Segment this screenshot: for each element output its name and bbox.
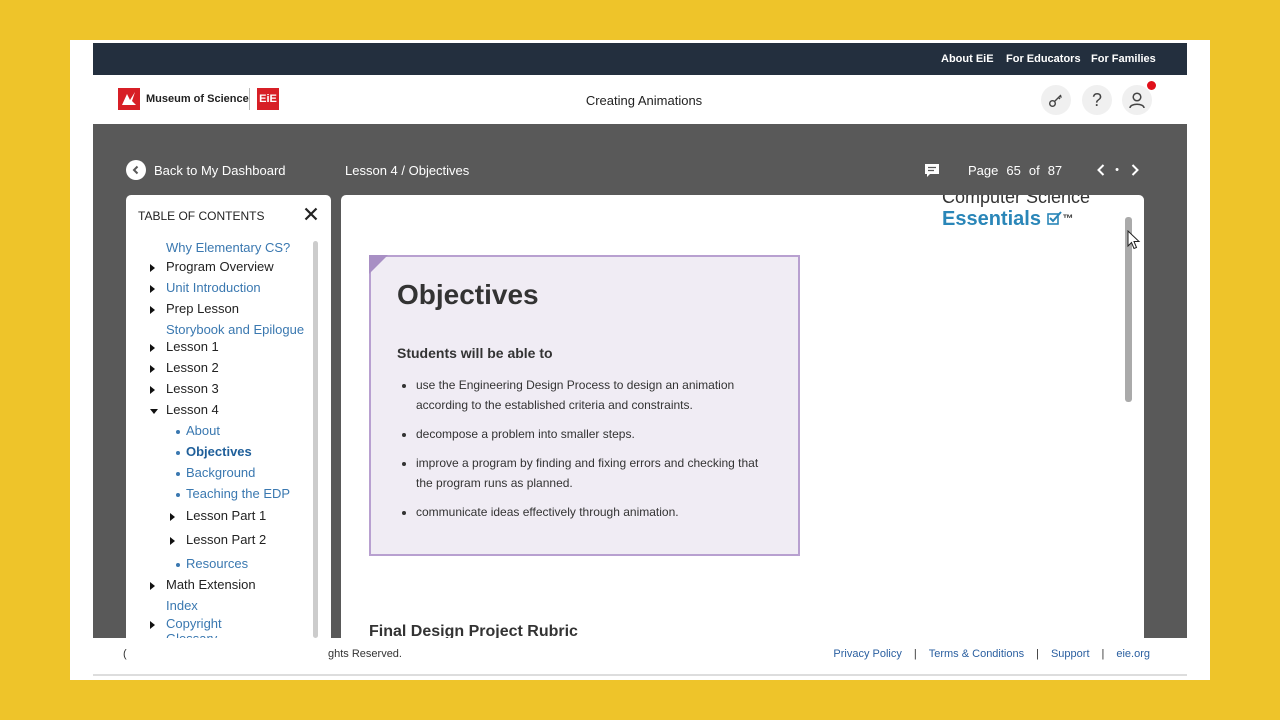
- terms-link[interactable]: Terms & Conditions: [929, 648, 1024, 660]
- mouse-cursor-icon: [1127, 230, 1141, 250]
- bullet-icon: [176, 472, 180, 476]
- caret-right-icon[interactable]: [150, 344, 155, 352]
- key-button[interactable]: [1041, 85, 1071, 115]
- caret-right-icon[interactable]: [150, 386, 155, 394]
- for-educators-link[interactable]: For Educators: [1006, 53, 1081, 65]
- objective-item: use the Engineering Design Process to de…: [416, 375, 776, 415]
- back-to-dashboard-button[interactable]: Back to My Dashboard: [126, 160, 286, 180]
- toc-scrollbar[interactable]: [313, 241, 318, 638]
- objective-item: decompose a problem into smaller steps.: [416, 424, 776, 444]
- help-icon: ?: [1091, 89, 1102, 110]
- footer-separator: |: [1101, 648, 1105, 660]
- pager: Page 65 of 87 •: [924, 160, 1140, 180]
- toc-item-lesson-3[interactable]: Lesson 3: [166, 381, 219, 396]
- caret-right-icon[interactable]: [170, 513, 175, 521]
- caret-right-icon[interactable]: [150, 621, 155, 629]
- objectives-subheading: Students will be able to: [397, 345, 553, 361]
- site-header: Museum of Science EiE Creating Animation…: [93, 75, 1187, 124]
- toc-item-lesson-1[interactable]: Lesson 1: [166, 339, 219, 354]
- toc-item-index[interactable]: Index: [166, 598, 198, 613]
- notification-dot: [1147, 81, 1156, 90]
- privacy-policy-link[interactable]: Privacy Policy: [833, 648, 901, 660]
- about-eie-link[interactable]: About EiE: [941, 53, 994, 65]
- notes-icon[interactable]: [924, 163, 940, 177]
- toc-item-background[interactable]: Background: [186, 465, 255, 480]
- next-page-icon[interactable]: [1130, 163, 1140, 177]
- user-icon: [1129, 92, 1145, 109]
- top-nav-bar: About EiE For Educators For Families: [93, 43, 1187, 75]
- page-title: Creating Animations: [585, 93, 703, 108]
- footer-separator: |: [913, 648, 917, 660]
- objectives-box: Objectives Students will be able to use …: [369, 255, 800, 556]
- prev-page-icon[interactable]: [1096, 163, 1106, 177]
- toc-item-copyright[interactable]: Copyright: [166, 616, 222, 631]
- footer: ( ghts Reserved. Privacy Policy | Terms …: [93, 638, 1187, 676]
- bullet-icon: [176, 563, 180, 567]
- toc-item-math-extension[interactable]: Math Extension: [166, 577, 256, 592]
- toc-item-prep-lesson[interactable]: Prep Lesson: [166, 301, 239, 316]
- toc-item-lesson-4[interactable]: Lesson 4: [166, 402, 219, 417]
- toc-item-about[interactable]: About: [186, 423, 220, 438]
- bullet-icon: [176, 493, 180, 497]
- toc-item-why-elementary-cs[interactable]: Why Elementary CS?: [166, 240, 290, 255]
- chevron-left-icon: [126, 160, 146, 180]
- toc-item-teaching-the-edp[interactable]: Teaching the EDP: [186, 486, 290, 501]
- box-corner: [369, 255, 388, 274]
- toc-item-program-overview[interactable]: Program Overview: [166, 259, 274, 274]
- page-number[interactable]: 65: [1006, 163, 1020, 178]
- page-label: Page: [968, 162, 999, 178]
- page-of: of: [1028, 162, 1040, 178]
- toc-item-glossary[interactable]: Glossary: [166, 631, 217, 638]
- objectives-list: use the Engineering Design Process to de…: [416, 375, 776, 531]
- support-link[interactable]: Support: [1051, 648, 1090, 660]
- toc-item-lesson-part-2[interactable]: Lesson Part 2: [186, 532, 266, 547]
- caret-right-icon[interactable]: [150, 306, 155, 314]
- help-button[interactable]: ?: [1082, 85, 1112, 115]
- cs-essentials-logo: Computer Science Essentials ™: [942, 195, 1090, 231]
- trademark: ™: [1062, 213, 1074, 225]
- caret-right-icon[interactable]: [150, 285, 155, 293]
- checkbox-icon: [1046, 211, 1062, 225]
- caret-down-icon[interactable]: [150, 409, 158, 414]
- brand-line-1: Computer Science: [942, 195, 1091, 207]
- objectives-heading: Objectives: [397, 279, 539, 310]
- bullet-icon: [176, 430, 180, 434]
- toc-item-lesson-part-1[interactable]: Lesson Part 1: [186, 508, 266, 523]
- caret-right-icon[interactable]: [150, 264, 155, 272]
- key-icon: [1049, 94, 1062, 107]
- back-label: Back to My Dashboard: [154, 162, 286, 178]
- footer-links: Privacy Policy | Terms & Conditions | Su…: [833, 648, 1150, 660]
- rights-text: ghts Reserved.: [328, 648, 402, 660]
- toc-item-lesson-2[interactable]: Lesson 2: [166, 360, 219, 375]
- account-button[interactable]: [1122, 85, 1152, 115]
- copyright-fragment: (: [123, 648, 127, 660]
- toc-item-unit-introduction[interactable]: Unit Introduction: [166, 280, 261, 295]
- page-dot: •: [1115, 164, 1120, 176]
- footer-separator: |: [1036, 648, 1039, 660]
- toc-item-storybook-and-epilogue[interactable]: Storybook and Epilogue: [166, 322, 304, 337]
- caret-right-icon[interactable]: [150, 582, 155, 590]
- objective-item: improve a program by finding and fixing …: [416, 453, 776, 493]
- eie-org-link[interactable]: eie.org: [1116, 648, 1150, 660]
- toc-heading: TABLE OF CONTENTS: [138, 209, 265, 223]
- objective-item: communicate ideas effectively through an…: [416, 502, 776, 522]
- for-families-link[interactable]: For Families: [1091, 53, 1156, 65]
- brand-line-2: Essentials: [942, 208, 1041, 230]
- toc-item-resources[interactable]: Resources: [186, 556, 248, 571]
- bullet-icon: [176, 451, 180, 455]
- close-icon[interactable]: [304, 207, 318, 221]
- page-total: 87: [1047, 162, 1063, 178]
- caret-right-icon[interactable]: [170, 537, 175, 545]
- caret-right-icon[interactable]: [150, 365, 155, 373]
- rubric-heading: Final Design Project Rubric: [369, 623, 578, 638]
- toc-item-objectives[interactable]: Objectives: [186, 444, 252, 459]
- document-page: Computer Science Essentials ™ Objectives…: [341, 195, 1144, 638]
- breadcrumb: Lesson 4 / Objectives: [345, 163, 470, 178]
- table-of-contents-panel: TABLE OF CONTENTS Why Elementary CS? Prog…: [126, 195, 331, 638]
